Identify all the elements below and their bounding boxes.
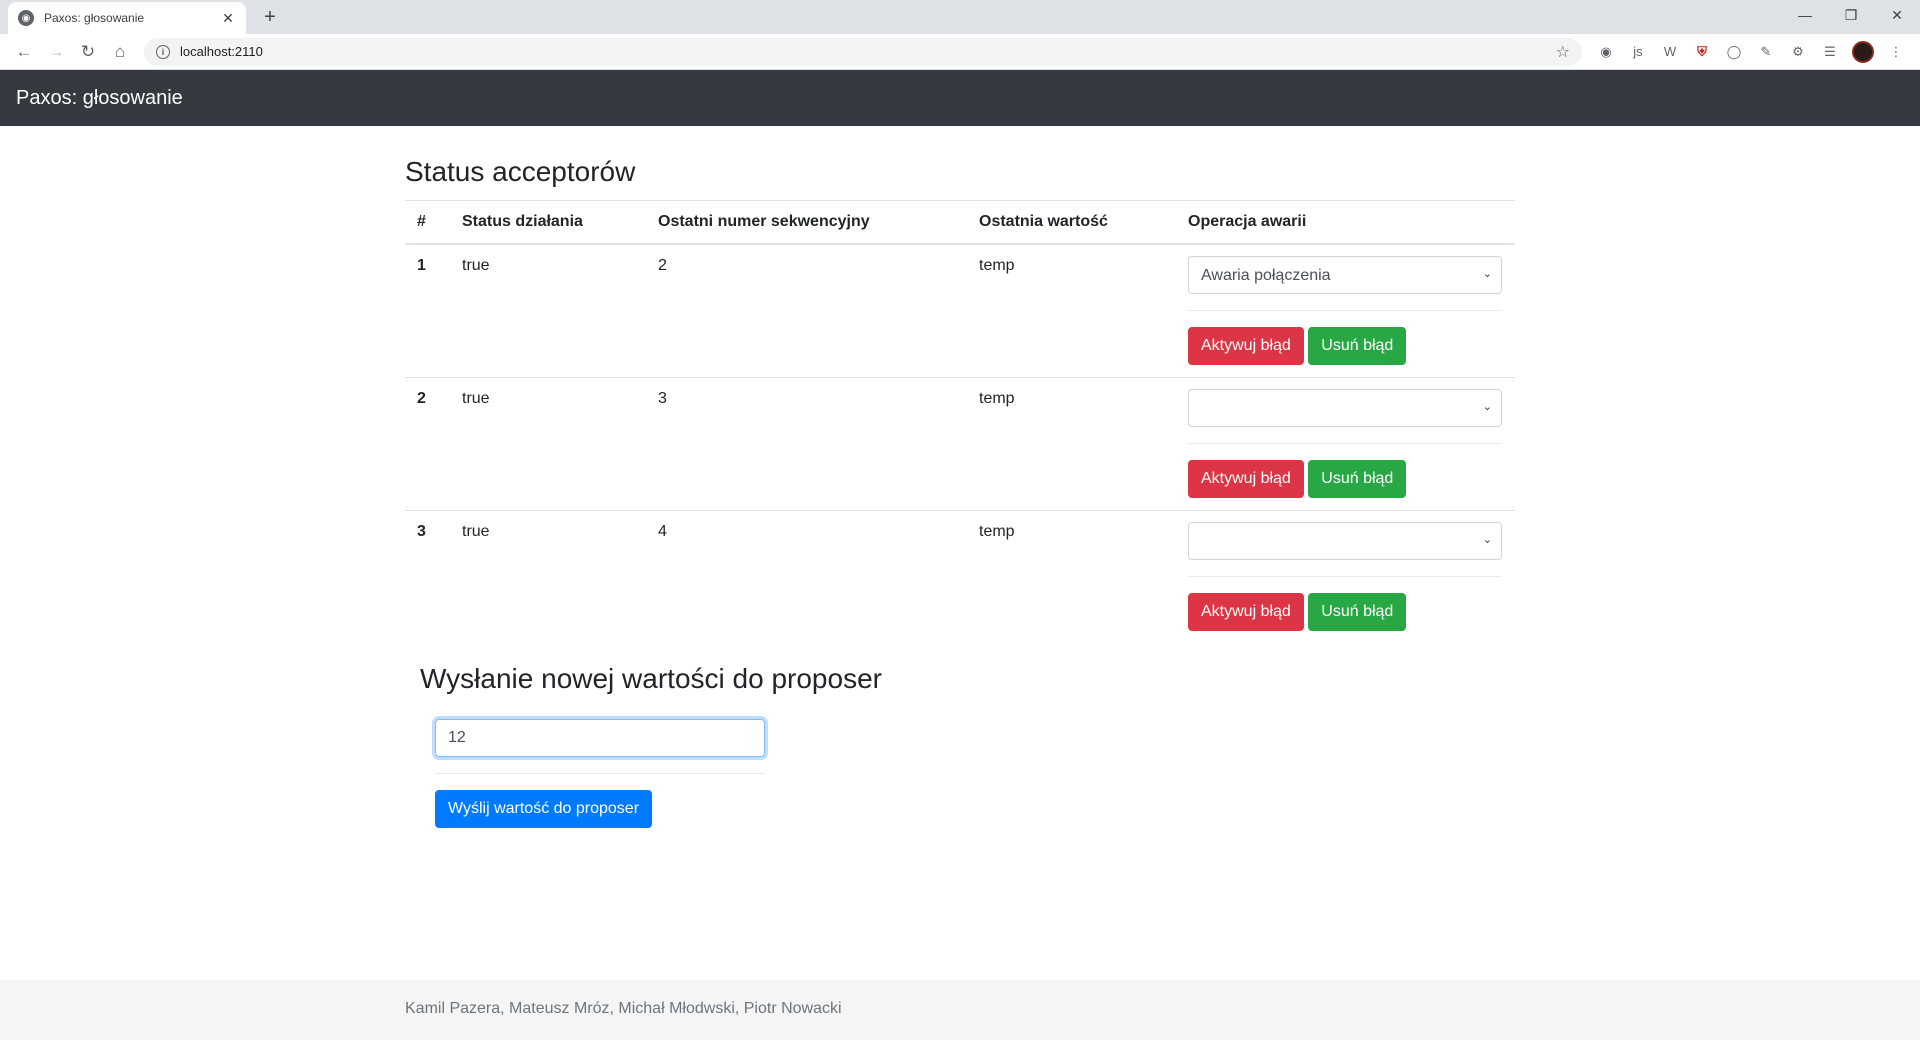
camera-extension-icon[interactable]: ◉	[1590, 38, 1622, 66]
pen-extension-icon[interactable]: ✎	[1750, 38, 1782, 66]
divider	[1188, 310, 1502, 311]
w-extension-icon[interactable]: W	[1654, 38, 1686, 66]
remove-error-button[interactable]: Usuń błąd	[1308, 460, 1407, 498]
restore-icon[interactable]: ❐	[1828, 0, 1874, 30]
divider	[1188, 576, 1502, 577]
remove-error-button[interactable]: Usuń błąd	[1308, 593, 1407, 631]
remove-error-button[interactable]: Usuń błąd	[1308, 327, 1407, 365]
table-row: 3 true 4 temp ⌄ Aktywuj błąd Usuń błąd	[405, 510, 1515, 643]
header-status: Status działania	[450, 200, 646, 245]
page-footer: Kamil Pazera, Mateusz Mróz, Michał Młodw…	[0, 980, 1920, 1040]
site-info-icon[interactable]: i	[156, 44, 170, 59]
divider	[1188, 443, 1502, 444]
row-value: temp	[979, 257, 1015, 274]
home-icon[interactable]: ⌂	[104, 38, 136, 66]
row-seq: 4	[646, 510, 967, 643]
row-status: true	[462, 257, 490, 274]
divider	[435, 773, 765, 774]
profile-avatar[interactable]	[1852, 40, 1874, 63]
activate-error-button[interactable]: Aktywuj błąd	[1188, 460, 1304, 498]
main-container: Status acceptorów # Status działania Ost…	[405, 126, 1515, 828]
acceptors-title: Status acceptorów	[405, 156, 636, 187]
failure-select[interactable]: Awaria połączenia	[1188, 256, 1502, 294]
app-navbar: Paxos: głosowanie	[0, 70, 1920, 126]
globe-icon: ◉	[18, 10, 34, 26]
activate-error-button[interactable]: Aktywuj błąd	[1188, 593, 1304, 631]
url-text[interactable]: localhost:2110	[180, 44, 1556, 59]
reload-icon[interactable]: ↻	[72, 38, 104, 66]
value-input[interactable]	[435, 719, 765, 757]
puzzle-extensions-icon[interactable]: ⚙	[1782, 38, 1814, 66]
header-value: Ostatnia wartość	[967, 200, 1176, 245]
row-num: 1	[417, 257, 426, 274]
table-header-row: # Status działania Ostatni numer sekwenc…	[405, 200, 1515, 245]
row-failure-cell: ⌄ Aktywuj błąd Usuń błąd	[1176, 377, 1515, 511]
acceptors-table: # Status działania Ostatni numer sekwenc…	[405, 200, 1515, 643]
row-status: true	[450, 377, 646, 511]
window-controls: — ❐ ✕	[1782, 0, 1920, 30]
js-extension-icon[interactable]: js	[1622, 38, 1654, 66]
failure-select-wrap: ⌄	[1188, 389, 1502, 427]
ublock-extension-icon[interactable]: ⛨	[1686, 38, 1718, 66]
browser-tab[interactable]: ◉ Paxos: głosowanie ✕	[8, 2, 246, 34]
row-num: 3	[405, 510, 450, 643]
address-bar[interactable]: i localhost:2110 ☆	[144, 37, 1582, 66]
row-num: 2	[405, 377, 450, 511]
send-title: Wysłanie nowej wartości do proposer	[420, 663, 882, 694]
header-failure: Operacja awarii	[1176, 200, 1515, 245]
back-icon[interactable]: ←	[8, 38, 40, 66]
failure-select[interactable]	[1188, 389, 1502, 427]
activate-error-button[interactable]: Aktywuj błąd	[1188, 327, 1304, 365]
browser-tab-strip: ◉ Paxos: głosowanie ✕ + — ❐ ✕	[0, 0, 1920, 34]
header-num: #	[405, 200, 450, 245]
new-tab-icon[interactable]: +	[258, 6, 282, 29]
row-seq: 2	[658, 257, 667, 274]
row-failure-cell: Awaria połączenia ⌄ Aktywuj błąd Usuń bł…	[1176, 244, 1515, 378]
window-close-icon[interactable]: ✕	[1874, 0, 1920, 30]
footer-authors: Kamil Pazera, Mateusz Mróz, Michał Młodw…	[405, 1000, 842, 1017]
bookmark-star-icon[interactable]: ☆	[1556, 42, 1570, 62]
table-row: 2 true 3 temp ⌄ Aktywuj błąd Usuń błąd	[405, 377, 1515, 511]
forward-icon[interactable]: →	[40, 38, 72, 66]
playlist-icon[interactable]: ☰	[1814, 38, 1846, 66]
row-value: temp	[967, 377, 1176, 511]
row-failure-cell: ⌄ Aktywuj błąd Usuń błąd	[1176, 510, 1515, 643]
circle-extension-icon[interactable]: ◯	[1718, 38, 1750, 66]
row-value: temp	[967, 510, 1176, 643]
failure-select[interactable]	[1188, 522, 1502, 560]
tab-title: Paxos: głosowanie	[44, 11, 145, 25]
menu-kebab-icon[interactable]: ⋮	[1880, 38, 1912, 66]
close-tab-icon[interactable]: ✕	[220, 10, 236, 27]
table-row: 1 true 2 temp Awaria połączenia ⌄ Aktywu…	[405, 244, 1515, 378]
send-value-button[interactable]: Wyślij wartość do proposer	[435, 790, 653, 828]
row-status: true	[450, 510, 646, 643]
failure-select-wrap: ⌄	[1188, 522, 1502, 560]
header-seq: Ostatni numer sekwencyjny	[646, 200, 967, 245]
failure-select-wrap: Awaria połączenia ⌄	[1188, 256, 1502, 294]
send-value-section: Wysłanie nowej wartości do proposer Wyśl…	[405, 643, 1515, 828]
minimize-icon[interactable]: —	[1782, 0, 1828, 30]
row-seq: 3	[646, 377, 967, 511]
navbar-brand[interactable]: Paxos: głosowanie	[16, 87, 183, 110]
browser-toolbar: ← → ↻ ⌂ i localhost:2110 ☆ ◉ js W ⛨ ◯ ✎ …	[0, 34, 1920, 70]
